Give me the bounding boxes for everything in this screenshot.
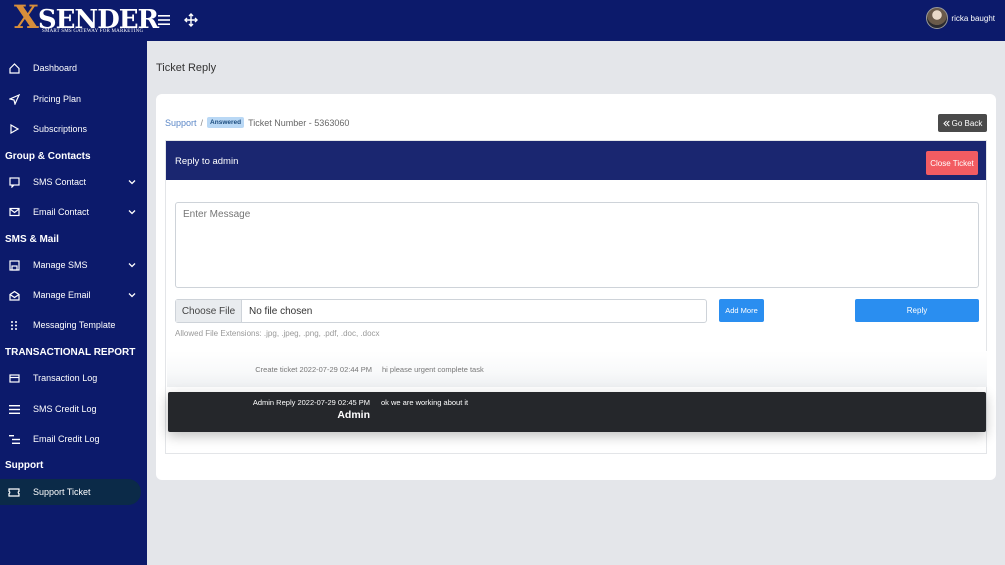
choose-file-button[interactable]: Choose File	[176, 300, 242, 322]
reply-panel-title: Reply to admin	[175, 156, 239, 167]
message-icon	[8, 176, 20, 188]
user-menu[interactable]: ricka baught	[926, 7, 995, 29]
move-arrows-icon[interactable]	[182, 11, 200, 29]
go-back-label: Go Back	[951, 118, 983, 128]
save-icon	[8, 259, 20, 271]
sidebar-item-label: Subscriptions	[33, 124, 88, 134]
message-input[interactable]	[175, 202, 979, 288]
sidebar-item-transaction-log[interactable]: Transaction Log	[0, 365, 147, 391]
sidebar-item-sms-contact[interactable]: SMS Contact	[0, 169, 147, 195]
sidebar-item-label: SMS Credit Log	[33, 404, 97, 414]
sidebar-item-email-credit-log[interactable]: Email Credit Log	[0, 426, 147, 452]
message-meta: Create ticket 2022-07-29 02:44 PM	[255, 365, 372, 374]
sidebar-item-label: Pricing Plan	[33, 94, 82, 104]
reply-panel: Reply to admin Close Ticket Choose File …	[165, 140, 987, 454]
sidebar-item-label: Transaction Log	[33, 373, 98, 383]
sidebar-item-label: SMS Contact	[33, 177, 87, 187]
sidebar-heading-support: Support	[5, 460, 44, 471]
reply-panel-header: Reply to admin Close Ticket	[166, 141, 986, 180]
message-meta: Admin Reply 2022-07-29 02:45 PM	[252, 398, 370, 407]
page-title: Ticket Reply	[156, 62, 217, 74]
top-bar: XSENDER SMART SMS GATEWAY FOR MARKETING …	[0, 0, 1005, 41]
user-name: ricka baught	[951, 13, 995, 23]
hamburger-icon[interactable]	[155, 11, 173, 29]
list-icon	[8, 403, 20, 415]
file-input[interactable]: Choose File No file chosen	[175, 299, 707, 323]
sidebar-heading-group-contacts: Group & Contacts	[5, 151, 91, 162]
logo-tagline: SMART SMS GATEWAY FOR MARKETING	[42, 29, 144, 34]
thread-message-user: Create ticket 2022-07-29 02:44 PM hi ple…	[167, 351, 987, 387]
mail-open-icon	[8, 289, 20, 301]
chevron-down-icon	[128, 210, 136, 215]
sidebar-heading-transactional-report: TRANSACTIONAL REPORT	[5, 347, 136, 358]
close-ticket-button[interactable]: Close Ticket	[926, 151, 978, 175]
sidebar-item-dashboard[interactable]: Dashboard	[0, 55, 147, 81]
sidebar-item-label: Manage SMS	[33, 260, 88, 270]
message-text: ok we are working about it	[381, 398, 469, 407]
allowed-extensions-hint: Allowed File Extensions: .jpg, .jpeg, .p…	[175, 329, 380, 338]
logo-x: X	[14, 0, 39, 36]
breadcrumb: Support / Answered Ticket Number - 53630…	[165, 117, 349, 128]
sidebar-item-pricing-plan[interactable]: Pricing Plan	[0, 86, 147, 112]
ticket-card: Support / Answered Ticket Number - 53630…	[156, 94, 996, 480]
avatar	[926, 7, 949, 29]
sidebar-item-label: Email Credit Log	[33, 434, 100, 444]
brand-logo[interactable]: XSENDER SMART SMS GATEWAY FOR MARKETING	[14, 0, 159, 38]
play-icon	[8, 123, 20, 135]
chevron-down-icon	[128, 293, 136, 298]
home-icon	[8, 62, 20, 74]
double-chevron-left-icon	[942, 120, 950, 126]
ticket-icon	[8, 486, 20, 498]
add-more-button[interactable]: Add More	[719, 299, 764, 322]
sidebar-item-messaging-template[interactable]: Messaging Template	[0, 312, 147, 338]
grip-icon	[8, 319, 20, 331]
sidebar-item-subscriptions[interactable]: Subscriptions	[0, 116, 147, 142]
mail-icon	[8, 206, 20, 218]
sidebar-item-label: Manage Email	[33, 290, 91, 300]
sidebar-item-manage-email[interactable]: Manage Email	[0, 282, 147, 308]
sidebar-item-label: Dashboard	[33, 63, 78, 73]
sidebar-item-manage-sms[interactable]: Manage SMS	[0, 252, 147, 278]
sidebar-item-support-ticket[interactable]: Support Ticket	[0, 479, 141, 505]
reply-button[interactable]: Reply	[855, 299, 979, 322]
card-icon	[8, 372, 20, 384]
message-text: hi please urgent complete task	[382, 365, 484, 374]
go-back-button[interactable]: Go Back	[938, 114, 987, 132]
sidebar-heading-sms-mail: SMS & Mail	[5, 234, 59, 245]
sidebar-item-label: Support Ticket	[33, 487, 91, 497]
chevron-down-icon	[128, 263, 136, 268]
message-author: Admin	[337, 409, 370, 421]
status-badge: Answered	[207, 117, 245, 128]
thread-message-admin: Admin Reply 2022-07-29 02:45 PM Admin ok…	[168, 392, 986, 432]
ticket-number: Ticket Number - 5363060	[248, 117, 350, 128]
list-indent-icon	[8, 433, 20, 445]
sidebar-item-label: Messaging Template	[33, 320, 116, 330]
sidebar-item-sms-credit-log[interactable]: SMS Credit Log	[0, 396, 147, 422]
sidebar: Dashboard Pricing Plan Subscriptions Gro…	[0, 41, 147, 565]
chevron-down-icon	[128, 180, 136, 185]
sidebar-item-label: Email Contact	[33, 207, 90, 217]
file-status: No file chosen	[249, 305, 313, 317]
breadcrumb-separator: /	[200, 117, 204, 128]
send-icon	[8, 93, 20, 105]
sidebar-item-email-contact[interactable]: Email Contact	[0, 199, 147, 225]
breadcrumb-support-link[interactable]: Support	[165, 118, 197, 128]
